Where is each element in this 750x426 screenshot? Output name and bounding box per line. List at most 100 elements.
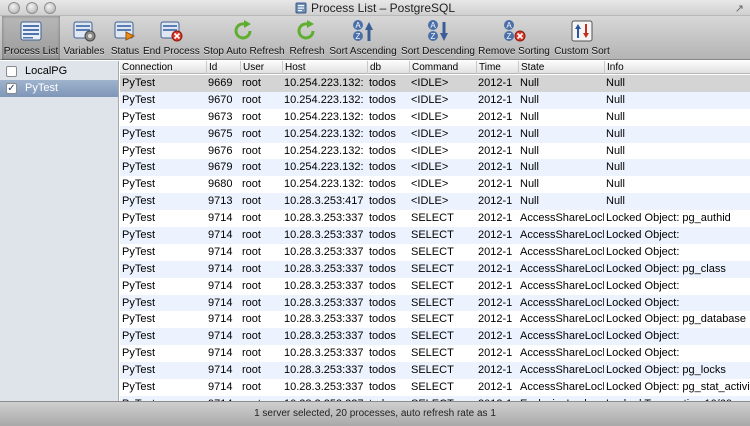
server-checkbox[interactable] <box>6 66 17 77</box>
cell-command: <IDLE> <box>411 127 449 140</box>
sidebar-item-label: PyTest <box>25 82 59 94</box>
column-header-id[interactable]: Id <box>206 61 240 74</box>
cell-info: Locked Object: <box>606 245 680 258</box>
cell-time: 2012-1 <box>478 364 513 377</box>
table-row[interactable]: PyTest 9679 root 10.254.223.132: todos <IDLE>… <box>120 159 750 177</box>
table-row[interactable]: PyTest 9714 root 10.28.3.253:337 todos SELECT… <box>120 260 750 278</box>
remove-sorting-button[interactable]: A Z Remove Sorting <box>478 16 550 60</box>
table-row[interactable]: PyTest 9673 root 10.254.223.132: todos <IDLE>… <box>120 109 750 126</box>
cell-host: 10.28.3.253:337 <box>284 381 364 394</box>
remove-sorting-label: Remove Sorting <box>478 46 550 57</box>
cell-user: root <box>242 347 261 360</box>
sort-descending-label: Sort Descending <box>401 46 475 57</box>
table-row[interactable]: PyTest 9714 root 10.28.3.253:337 todos SELECT… <box>120 379 750 396</box>
cell-db: todos <box>369 381 396 394</box>
cell-state: AccessShareLock <box>520 245 604 258</box>
cell-info: Locked Object: pg_authid <box>606 212 731 225</box>
cell-state: Null <box>520 77 539 89</box>
cell-id: 9676 <box>208 144 233 157</box>
cell-command: SELECT <box>411 347 454 360</box>
cell-state: AccessShareLock <box>520 364 604 377</box>
end-process-button[interactable]: End Process <box>143 16 200 60</box>
cell-time: 2012-1 <box>478 245 513 258</box>
stop-auto-refresh-label: Stop Auto Refresh <box>203 46 285 57</box>
cell-connection: PyTest <box>122 161 156 174</box>
cell-user: root <box>242 178 261 191</box>
cell-command: <IDLE> <box>411 178 449 191</box>
cell-info: Locked Object: <box>606 296 680 309</box>
svg-text:A: A <box>355 21 361 30</box>
cell-host: 10.28.3.253:337 <box>284 347 364 360</box>
cell-state: AccessShareLock <box>520 347 604 360</box>
table-row[interactable]: PyTest 9714 root 10.28.3.253:337 todos SELECT… <box>120 345 750 362</box>
table-row[interactable]: PyTest 9676 root 10.254.223.132: todos <IDLE>… <box>120 143 750 160</box>
status-bar: 1 server selected, 20 processes, auto re… <box>0 401 750 426</box>
cell-connection: PyTest <box>122 262 156 275</box>
cell-state: AccessShareLock <box>520 279 604 292</box>
column-header-time[interactable]: Time <box>476 61 518 74</box>
table-row[interactable]: PyTest 9714 root 10.28.3.253:337 todos SELECT… <box>120 210 750 227</box>
cell-host: 10.254.223.132: <box>284 110 364 123</box>
cell-command: SELECT <box>411 245 454 258</box>
cell-connection: PyTest <box>122 313 156 326</box>
cell-user: root <box>242 296 261 309</box>
table-row[interactable]: PyTest 9714 root 10.28.3.253:337 todos SELECT… <box>120 278 750 295</box>
cell-id: 9714 <box>208 245 233 258</box>
column-header-db[interactable]: db <box>367 61 409 74</box>
variables-button[interactable]: Variables <box>62 16 106 60</box>
svg-text:Z: Z <box>431 32 436 41</box>
column-header-command[interactable]: Command <box>409 61 476 74</box>
cell-time: 2012-1 <box>478 144 513 157</box>
table-row[interactable]: PyTest 9714 root 10.28.3.253:337 todos SELECT… <box>120 362 750 380</box>
cell-state: Null <box>520 144 539 157</box>
cell-db: todos <box>369 110 396 123</box>
cell-command: <IDLE> <box>411 110 449 123</box>
cell-connection: PyTest <box>122 110 156 123</box>
cell-time: 2012-1 <box>478 330 513 343</box>
refresh-button[interactable]: Refresh <box>288 16 326 60</box>
cell-db: todos <box>369 178 396 191</box>
sort-descending-button[interactable]: A Z Sort Descending <box>401 16 475 60</box>
table-row[interactable]: PyTest 9680 root 10.254.223.132: todos <IDLE>… <box>120 176 750 193</box>
table-row[interactable]: PyTest 9714 root 10.28.3.253:337 todos SELECT… <box>120 294 750 312</box>
table-row[interactable]: PyTest 9670 root 10.254.223.132: todos <IDLE>… <box>120 91 750 109</box>
stop-auto-refresh-button[interactable]: Stop Auto Refresh <box>203 16 285 60</box>
table-row[interactable]: PyTest 9714 root 10.28.3.253:337 todos SELECT… <box>120 311 750 328</box>
cell-command: SELECT <box>411 229 454 242</box>
column-header-connection[interactable]: Connection <box>120 61 206 74</box>
sidebar-item-pytest[interactable]: ✓ PyTest <box>0 80 118 97</box>
cell-info: Null <box>606 195 625 208</box>
fullscreen-icon[interactable]: ↗ <box>735 2 744 15</box>
column-header-user[interactable]: User <box>240 61 282 74</box>
cell-db: todos <box>369 229 396 242</box>
cell-state: Null <box>520 93 539 106</box>
cell-time: 2012-1 <box>478 110 513 123</box>
column-header-state[interactable]: State <box>518 61 604 74</box>
table-row[interactable]: PyTest 9714 root 10.28.3.253:337 todos SELECT… <box>120 328 750 346</box>
column-header-info[interactable]: Info <box>604 61 750 74</box>
table-row[interactable]: PyTest 9714 root 10.28.3.253:337 todos SELECT… <box>120 244 750 261</box>
sidebar-item-localpg[interactable]: LocalPG <box>0 63 118 80</box>
document-icon <box>295 2 307 14</box>
cell-user: root <box>242 212 261 225</box>
custom-sort-button[interactable]: Custom Sort <box>553 16 611 60</box>
server-checkbox-checked[interactable]: ✓ <box>6 83 17 94</box>
cell-db: todos <box>369 245 396 258</box>
table-row[interactable]: PyTest 9675 root 10.254.223.132: todos <IDLE>… <box>120 125 750 143</box>
cell-user: root <box>242 364 261 377</box>
column-header-host[interactable]: Host <box>282 61 367 74</box>
cell-time: 2012-1 <box>478 279 513 292</box>
process-list-button[interactable]: Process List <box>2 16 60 60</box>
end-process-icon <box>160 21 183 42</box>
table-row[interactable]: PyTest 9669 root 10.254.223.132: todos <IDLE>… <box>120 75 750 92</box>
table-row[interactable]: PyTest 9714 root 10.28.3.253:337 todos SELECT… <box>120 227 750 244</box>
cell-db: todos <box>369 313 396 326</box>
cell-id: 9714 <box>208 364 233 377</box>
sort-ascending-button[interactable]: A Z Sort Ascending <box>329 16 397 60</box>
cell-host: 10.28.3.253:337 <box>284 364 364 377</box>
cell-id: 9714 <box>208 381 233 394</box>
status-button[interactable]: Status <box>108 16 142 60</box>
cell-command: SELECT <box>411 364 454 377</box>
table-row[interactable]: PyTest 9713 root 10.28.3.253:417 todos <IDLE>… <box>120 193 750 211</box>
cell-command: SELECT <box>411 279 454 292</box>
